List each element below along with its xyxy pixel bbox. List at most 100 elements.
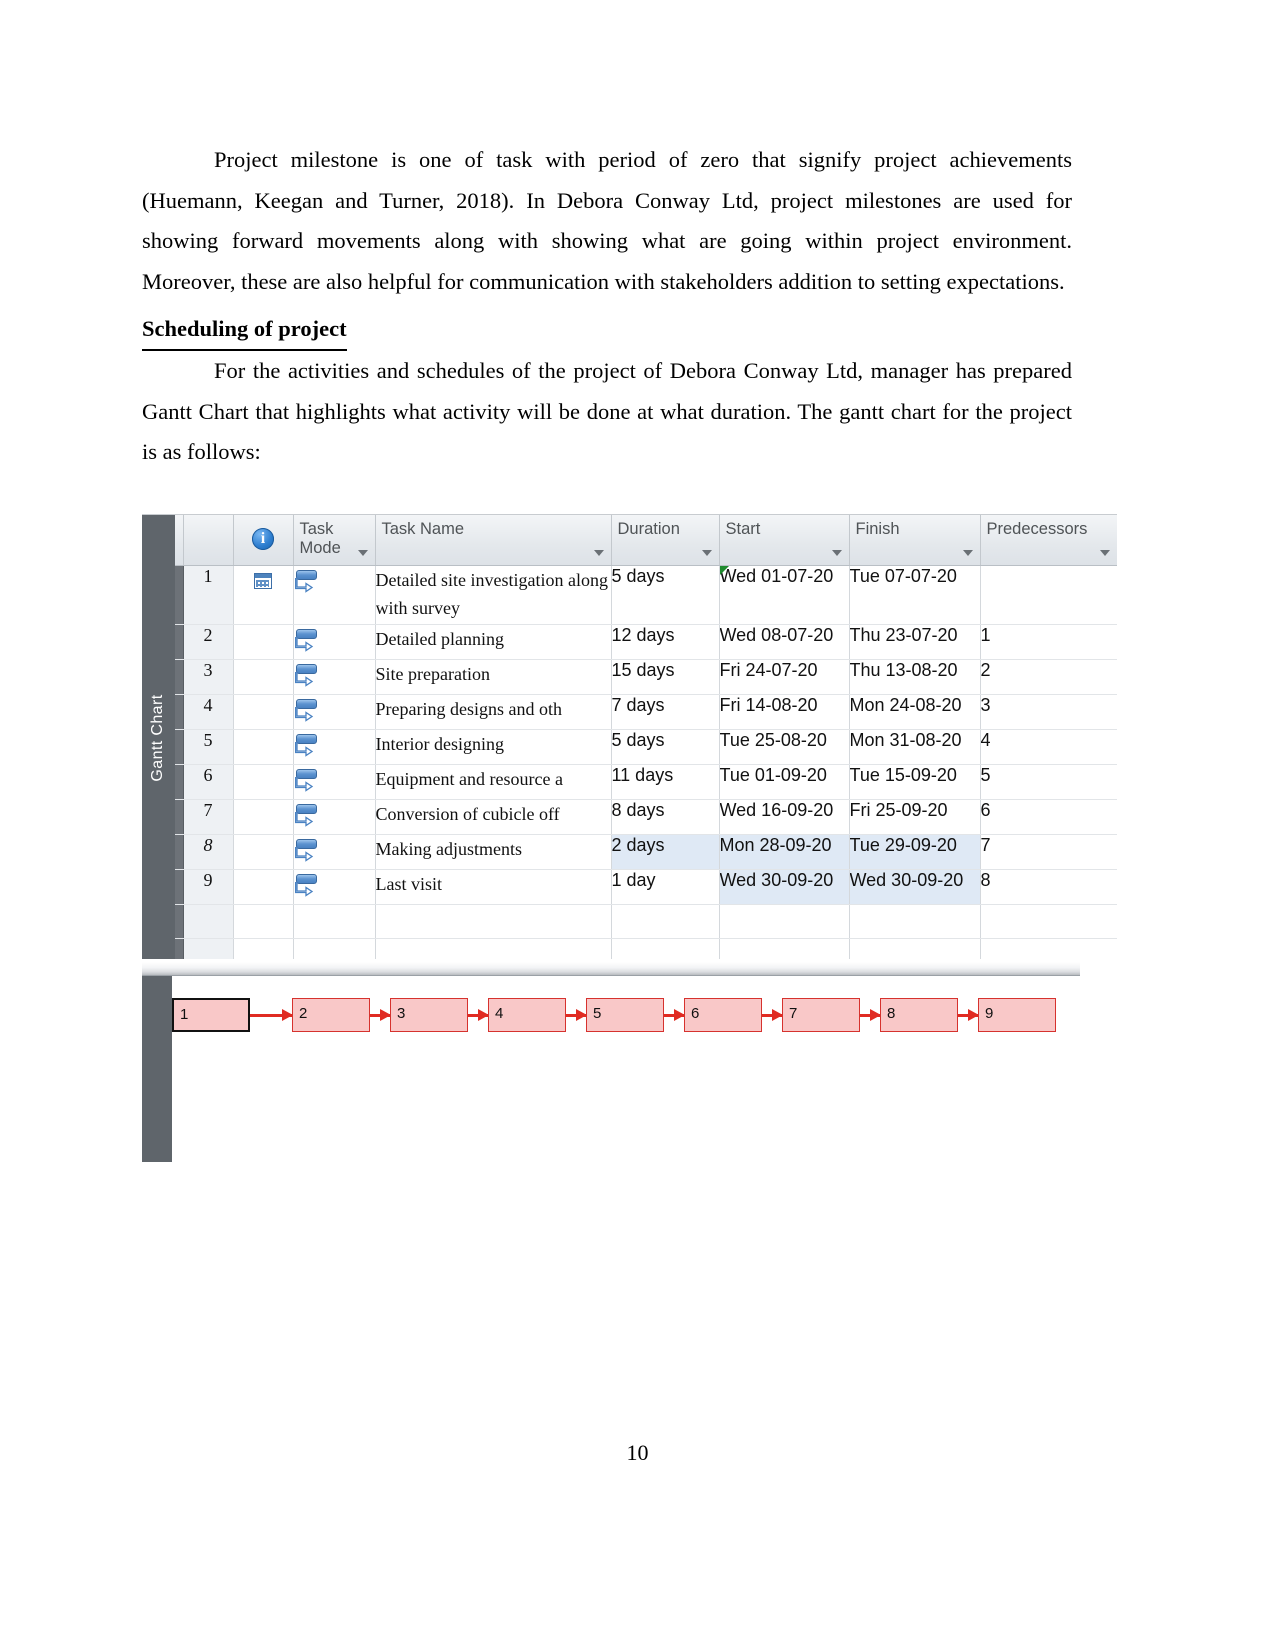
- row-predecessors[interactable]: 4: [980, 729, 1117, 765]
- row-duration[interactable]: 15 days: [611, 659, 720, 695]
- table-row[interactable]: 5 Interior designing 5 days Tue 25-08-20…: [175, 729, 1117, 765]
- row-start[interactable]: Fri 24-07-20: [719, 659, 850, 695]
- row-predecessors[interactable]: [980, 565, 1117, 625]
- row-task-name[interactable]: Last visit: [375, 869, 612, 905]
- row-finish[interactable]: [849, 938, 981, 959]
- row-indicator-cell[interactable]: [233, 624, 294, 660]
- row-task-mode-cell[interactable]: [293, 834, 376, 870]
- row-task-mode-cell[interactable]: [293, 659, 376, 695]
- row-finish[interactable]: Wed 30-09-20: [849, 869, 981, 905]
- row-start[interactable]: Wed 08-07-20: [719, 624, 850, 660]
- row-predecessors[interactable]: 8: [980, 869, 1117, 905]
- row-task-name[interactable]: Detailed planning: [375, 624, 612, 660]
- network-node[interactable]: 3: [390, 998, 468, 1032]
- row-duration[interactable]: 12 days: [611, 624, 720, 660]
- row-finish[interactable]: Tue 15-09-20: [849, 764, 981, 800]
- row-predecessors[interactable]: 3: [980, 694, 1117, 730]
- chevron-down-icon[interactable]: [831, 550, 842, 556]
- header-duration[interactable]: Duration: [611, 515, 720, 566]
- row-duration[interactable]: 5 days: [611, 565, 720, 625]
- table-row[interactable]: 1 Detailed site investigation along with…: [175, 565, 1117, 625]
- row-indicator-cell[interactable]: [233, 764, 294, 800]
- row-duration[interactable]: [611, 904, 720, 939]
- row-indicator-cell[interactable]: [233, 938, 294, 959]
- row-duration[interactable]: 2 days: [611, 834, 720, 870]
- header-indicators-column[interactable]: [233, 515, 294, 566]
- chevron-down-icon[interactable]: [1099, 550, 1110, 556]
- row-task-mode-cell[interactable]: [293, 764, 376, 800]
- network-node[interactable]: 7: [782, 998, 860, 1032]
- row-start[interactable]: Mon 28-09-20: [719, 834, 850, 870]
- table-row[interactable]: 6 Equipment and resource a 11 days Tue 0…: [175, 764, 1117, 800]
- header-task-name[interactable]: Task Name: [375, 515, 612, 566]
- network-node[interactable]: 8: [880, 998, 958, 1032]
- row-predecessors[interactable]: 2: [980, 659, 1117, 695]
- row-indicator-cell[interactable]: [233, 869, 294, 905]
- row-indicator-cell[interactable]: [233, 694, 294, 730]
- table-row[interactable]: 4 Preparing designs and oth 7 days Fri 1…: [175, 694, 1117, 730]
- row-start[interactable]: Tue 25-08-20: [719, 729, 850, 765]
- network-node[interactable]: 1: [172, 998, 250, 1032]
- network-diagram-canvas[interactable]: 1 2 3 4 5 6 7 8 9: [172, 976, 1080, 1162]
- table-row[interactable]: 9 Last visit 1 day Wed 30-09-20 Wed 30-0…: [175, 869, 1117, 905]
- row-start[interactable]: [719, 938, 850, 959]
- chevron-down-icon[interactable]: [593, 550, 604, 556]
- row-task-mode-cell[interactable]: [293, 904, 376, 939]
- table-row[interactable]: 3 Site preparation 15 days Fri 24-07-20 …: [175, 659, 1117, 695]
- row-task-name[interactable]: Preparing designs and oth: [375, 694, 612, 730]
- table-row[interactable]: 7 Conversion of cubicle off 8 days Wed 1…: [175, 799, 1117, 835]
- network-node[interactable]: 5: [586, 998, 664, 1032]
- header-start[interactable]: Start: [719, 515, 850, 566]
- row-finish[interactable]: Tue 07-07-20: [849, 565, 981, 625]
- row-task-name[interactable]: Equipment and resource a: [375, 764, 612, 800]
- table-row-empty[interactable]: [175, 938, 1117, 959]
- row-task-name[interactable]: Making adjustments: [375, 834, 612, 870]
- row-start[interactable]: Tue 01-09-20: [719, 764, 850, 800]
- row-task-name[interactable]: [375, 904, 612, 939]
- row-task-mode-cell[interactable]: [293, 565, 376, 625]
- row-indicator-cell[interactable]: [233, 834, 294, 870]
- row-start[interactable]: Wed 30-09-20: [719, 869, 850, 905]
- row-duration[interactable]: 8 days: [611, 799, 720, 835]
- row-indicator-cell[interactable]: [233, 799, 294, 835]
- header-predecessors[interactable]: Predecessors: [980, 515, 1117, 566]
- row-task-mode-cell[interactable]: [293, 624, 376, 660]
- row-start[interactable]: Wed 16-09-20: [719, 799, 850, 835]
- row-predecessors[interactable]: 7: [980, 834, 1117, 870]
- chevron-down-icon[interactable]: [962, 550, 973, 556]
- chevron-down-icon[interactable]: [357, 550, 368, 556]
- row-finish[interactable]: Fri 25-09-20: [849, 799, 981, 835]
- pane-splitter[interactable]: [142, 962, 1080, 976]
- network-node[interactable]: 6: [684, 998, 762, 1032]
- row-task-mode-cell[interactable]: [293, 799, 376, 835]
- table-row-empty[interactable]: [175, 904, 1117, 939]
- chevron-down-icon[interactable]: [701, 550, 712, 556]
- row-duration[interactable]: 7 days: [611, 694, 720, 730]
- row-predecessors[interactable]: 5: [980, 764, 1117, 800]
- row-duration[interactable]: [611, 938, 720, 959]
- row-task-name[interactable]: Interior designing: [375, 729, 612, 765]
- row-task-name[interactable]: [375, 938, 612, 959]
- row-finish[interactable]: Mon 31-08-20: [849, 729, 981, 765]
- row-predecessors[interactable]: 6: [980, 799, 1117, 835]
- row-task-mode-cell[interactable]: [293, 694, 376, 730]
- row-finish[interactable]: [849, 904, 981, 939]
- row-finish[interactable]: Thu 13-08-20: [849, 659, 981, 695]
- row-start[interactable]: [719, 904, 850, 939]
- header-task-mode[interactable]: Task Mode: [293, 515, 376, 566]
- row-task-name[interactable]: Conversion of cubicle off: [375, 799, 612, 835]
- row-predecessors[interactable]: [980, 904, 1117, 939]
- row-indicator-cell[interactable]: [233, 729, 294, 765]
- row-task-mode-cell[interactable]: [293, 869, 376, 905]
- row-task-name[interactable]: Detailed site investigation along with s…: [375, 565, 612, 625]
- row-task-mode-cell[interactable]: [293, 938, 376, 959]
- row-start[interactable]: Fri 14-08-20: [719, 694, 850, 730]
- table-row[interactable]: 8 Making adjustments 2 days Mon 28-09-20…: [175, 834, 1117, 870]
- row-finish[interactable]: Thu 23-07-20: [849, 624, 981, 660]
- row-duration[interactable]: 5 days: [611, 729, 720, 765]
- header-finish[interactable]: Finish: [849, 515, 981, 566]
- network-node[interactable]: 9: [978, 998, 1056, 1032]
- row-indicator-cell[interactable]: [233, 565, 294, 625]
- row-indicator-cell[interactable]: [233, 659, 294, 695]
- row-finish[interactable]: Tue 29-09-20: [849, 834, 981, 870]
